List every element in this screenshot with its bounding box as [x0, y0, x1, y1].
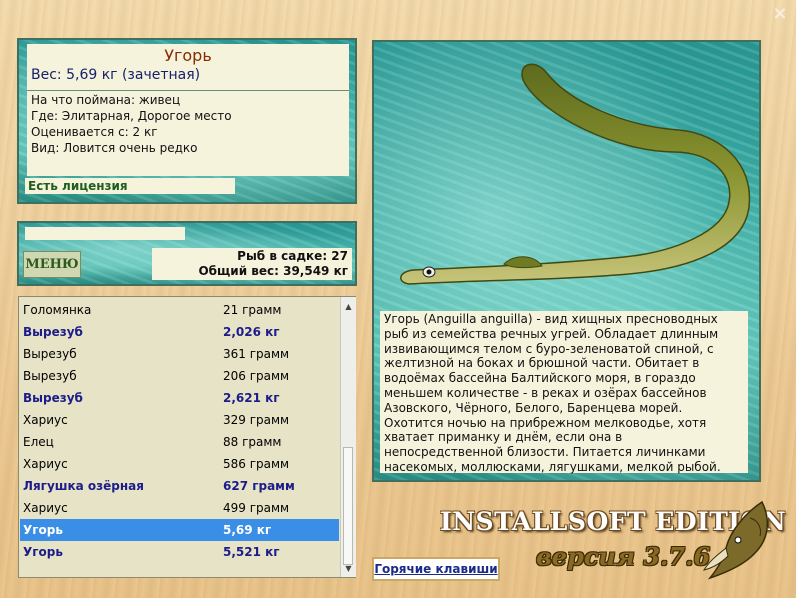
scroll-up-icon[interactable]: ▲ [341, 299, 356, 314]
list-item[interactable]: Вырезуб 2,621 кг [20, 387, 339, 409]
list-item-weight: 5,521 кг [223, 545, 280, 559]
list-item-weight: 586 грамм [223, 457, 290, 471]
list-item-name: Вырезуб [23, 391, 83, 405]
list-item-weight: 2,026 кг [223, 325, 280, 339]
catch-title-box: Угорь Вес: 5,69 кг (зачетная) [27, 44, 349, 90]
list-item-weight: 627 грамм [223, 479, 295, 493]
menu-button[interactable]: МЕНЮ [23, 251, 81, 278]
list-scrollbar[interactable]: ▲ ▼ [340, 297, 356, 577]
scroll-thumb[interactable] [343, 447, 353, 565]
list-item[interactable]: Вырезуб 361 грамм [20, 343, 339, 365]
total-weight: Общий вес: 39,549 кг [198, 264, 348, 278]
version-text: версия 3.7.6 [536, 542, 711, 571]
bait-text: На что поймана: живец [31, 93, 181, 107]
list-item[interactable]: Хариус 586 грамм [20, 453, 339, 475]
list-item[interactable]: Хариус 329 грамм [20, 409, 339, 431]
fish-count: Рыб в садке: 27 [237, 249, 348, 263]
list-item[interactable]: Елец 88 грамм [20, 431, 339, 453]
list-item-name: Вырезуб [23, 325, 83, 339]
list-item-weight: 21 грамм [223, 303, 282, 317]
status-bar [25, 227, 185, 240]
close-icon[interactable]: × [770, 4, 790, 24]
list-item-weight: 361 грамм [223, 347, 290, 361]
list-item-weight: 206 грамм [223, 369, 290, 383]
list-item-name: Хариус [23, 413, 68, 427]
list-item[interactable]: Угорь 5,521 кг [20, 541, 339, 563]
list-item[interactable]: Угорь 5,69 кг [20, 519, 339, 541]
list-item-name: Угорь [23, 523, 63, 537]
list-item[interactable]: Вырезуб 206 грамм [20, 365, 339, 387]
list-item-name: Голомянка [23, 303, 92, 317]
list-item-weight: 329 грамм [223, 413, 290, 427]
catch-details: На что поймана: живец Где: Элитарная, До… [27, 90, 349, 176]
list-item-name: Угорь [23, 545, 63, 559]
valued-text: Оценивается с: 2 кг [31, 125, 158, 139]
list-item[interactable]: Вырезуб 2,026 кг [20, 321, 339, 343]
keepnet-stats: Рыб в садке: 27 Общий вес: 39,549 кг [152, 248, 352, 280]
fish-description: Угорь (Anguilla anguilla) - вид хищных п… [380, 311, 748, 474]
list-item[interactable]: Хариус 499 грамм [20, 497, 339, 519]
list-item-name: Елец [23, 435, 54, 449]
list-item[interactable]: Лягушка озёрная 627 грамм [20, 475, 339, 497]
list-item-weight: 88 грамм [223, 435, 282, 449]
hotkeys-button[interactable]: Горячие клавиши [372, 557, 500, 581]
list-item[interactable]: Голомянка 21 грамм [20, 299, 339, 321]
scroll-down-icon[interactable]: ▼ [341, 561, 356, 576]
list-item-weight: 5,69 кг [223, 523, 272, 537]
license-status: Есть лицензия [25, 178, 235, 194]
catch-list[interactable]: Голомянка 21 грамм Вырезуб 2,026 кг Вырезуб 3… [18, 296, 356, 578]
eel-image [400, 63, 751, 285]
list-item-name: Вырезуб [23, 347, 77, 361]
list-item-weight: 2,621 кг [223, 391, 280, 405]
place-text: Где: Элитарная, Дорогое место [31, 109, 232, 123]
list-item-name: Хариус [23, 457, 68, 471]
fish-weight: Вес: 5,69 кг (зачетная) [31, 67, 201, 83]
fish-name: Угорь [164, 46, 212, 65]
list-item-name: Вырезуб [23, 369, 77, 383]
list-item-name: Лягушка озёрная [23, 479, 144, 493]
rarity-text: Вид: Ловится очень редко [31, 141, 198, 155]
list-item-weight: 499 грамм [223, 501, 290, 515]
list-item-name: Хариус [23, 501, 68, 515]
pike-logo-icon [702, 500, 769, 580]
